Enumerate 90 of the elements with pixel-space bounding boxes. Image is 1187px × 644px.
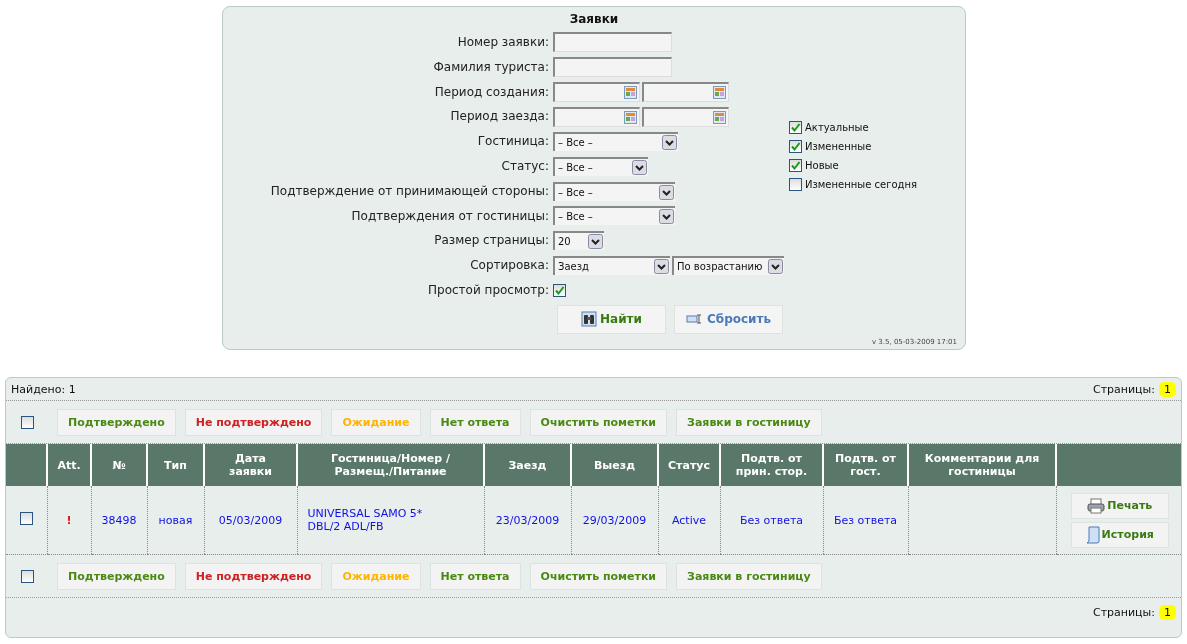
table-cell-text: Без ответа: [739, 513, 804, 527]
column-header: №: [91, 444, 147, 486]
calendar-icon: [713, 86, 726, 99]
search-button[interactable]: Найти: [557, 304, 666, 334]
table-cell-text: новая: [158, 513, 193, 527]
field-label: Статус:: [500, 158, 550, 175]
calendar-icon: [624, 110, 637, 124]
field-label: Гостиница:: [476, 133, 550, 151]
action-button[interactable]: Подтверждено: [57, 408, 176, 436]
dropdown[interactable]: – Все –: [553, 181, 675, 201]
input-field[interactable]: [553, 57, 672, 78]
column-header: Дата заявки: [204, 444, 297, 486]
action-button[interactable]: Заявки в гостиницу: [676, 562, 822, 590]
column-header: Гостиница/Номер /Размещ./Питание: [297, 444, 484, 486]
attention-mark: !: [66, 513, 72, 527]
scroll-icon: [1085, 525, 1100, 544]
pages-label: Страницы:: [1092, 382, 1155, 396]
dropdown[interactable]: – Все –: [553, 132, 678, 152]
dropdown[interactable]: 20: [553, 231, 604, 251]
action-button[interactable]: Очистить пометки: [529, 408, 668, 436]
field-label: Подтверждения от гостиницы:: [350, 207, 550, 225]
checkbox[interactable]: [789, 140, 802, 153]
order-link[interactable]: 38498: [101, 513, 137, 527]
binoculars-icon: [581, 311, 598, 328]
check-icon: [790, 160, 801, 171]
field-label: Сортировка:: [469, 257, 550, 275]
check-icon: [790, 141, 801, 152]
hotel-link[interactable]: UNIVERSAL SAMO 5* DBL/2 ADL/FB: [307, 507, 423, 533]
check-icon: [790, 122, 801, 133]
checkbox-label: Новые: [805, 160, 839, 171]
date-field[interactable]: [642, 82, 729, 102]
action-button[interactable]: Нет ответа: [429, 408, 521, 436]
check-icon: [554, 284, 565, 296]
row-checkbox[interactable]: [19, 512, 33, 525]
field-label: Подтверждение от принимающей стороны:: [269, 182, 550, 200]
column-header: Подтв. от прин. стор.: [720, 444, 823, 486]
field-label: Период заезда:: [449, 108, 550, 126]
column-header: Тип: [147, 444, 204, 486]
date-field[interactable]: [553, 106, 640, 127]
printer-icon: [1087, 497, 1106, 514]
table-cell-text: 29/03/2009: [582, 513, 647, 527]
page-link[interactable]: 1: [1159, 604, 1176, 620]
action-button[interactable]: Не подтверждено: [184, 408, 323, 436]
column-header: Att.: [47, 444, 91, 486]
checkbox-label: Измененные: [805, 141, 872, 152]
field-label: Простой просмотр:: [427, 281, 550, 299]
checkbox[interactable]: [789, 178, 802, 191]
field-label: Размер страницы:: [433, 232, 550, 250]
print-button[interactable]: Печать: [1070, 492, 1169, 519]
column-header: Статус: [658, 444, 720, 486]
date-field[interactable]: [553, 82, 640, 102]
table-cell-text: 23/03/2009: [495, 513, 560, 527]
dropdown[interactable]: – Все –: [553, 156, 648, 176]
action-button[interactable]: Очистить пометки: [529, 562, 668, 590]
select-all-checkbox[interactable]: [20, 569, 34, 583]
field-label: Период создания:: [433, 83, 550, 101]
field-label: Фамилия туриста:: [432, 58, 550, 76]
calendar-icon: [713, 110, 726, 124]
field-label: Номер заявки:: [456, 34, 550, 51]
column-header: Подтв. от гост.: [823, 444, 908, 486]
pages-label: Страницы:: [1092, 605, 1155, 619]
column-header: Заезд: [484, 444, 571, 486]
checkbox-label: Актуальные: [805, 122, 869, 133]
page-link[interactable]: 1: [1159, 381, 1176, 397]
table-cell-text: 05/03/2009: [218, 513, 283, 527]
dropdown[interactable]: Заезд: [553, 256, 670, 276]
eraser-icon: [685, 313, 704, 326]
checkbox[interactable]: [553, 283, 566, 297]
reset-button[interactable]: Сбросить: [674, 304, 783, 334]
checkbox[interactable]: [789, 159, 802, 172]
found-count: Найдено: 1: [11, 382, 76, 396]
date-field[interactable]: [642, 106, 729, 127]
history-button[interactable]: История: [1070, 521, 1169, 548]
calendar-icon: [624, 86, 637, 99]
column-header: Комментарии для гостиницы: [908, 444, 1056, 486]
table-cell-text: Active: [672, 513, 706, 527]
dropdown[interactable]: По возрастанию: [672, 256, 784, 276]
action-button[interactable]: Нет ответа: [429, 562, 521, 590]
form-title: Заявки: [569, 11, 619, 28]
header-cell: [6, 444, 47, 486]
table-cell-text: Без ответа: [833, 513, 898, 527]
select-all-checkbox[interactable]: [20, 415, 34, 429]
action-button[interactable]: Подтверждено: [57, 562, 176, 590]
action-button[interactable]: Заявки в гостиницу: [676, 408, 822, 436]
checkbox-label: Измененные сегодня: [805, 179, 917, 190]
input-field[interactable]: [553, 32, 672, 53]
action-button[interactable]: Не подтверждено: [184, 562, 323, 590]
checkbox[interactable]: [789, 121, 802, 134]
column-header: Выезд: [571, 444, 658, 486]
dropdown[interactable]: – Все –: [553, 206, 675, 226]
